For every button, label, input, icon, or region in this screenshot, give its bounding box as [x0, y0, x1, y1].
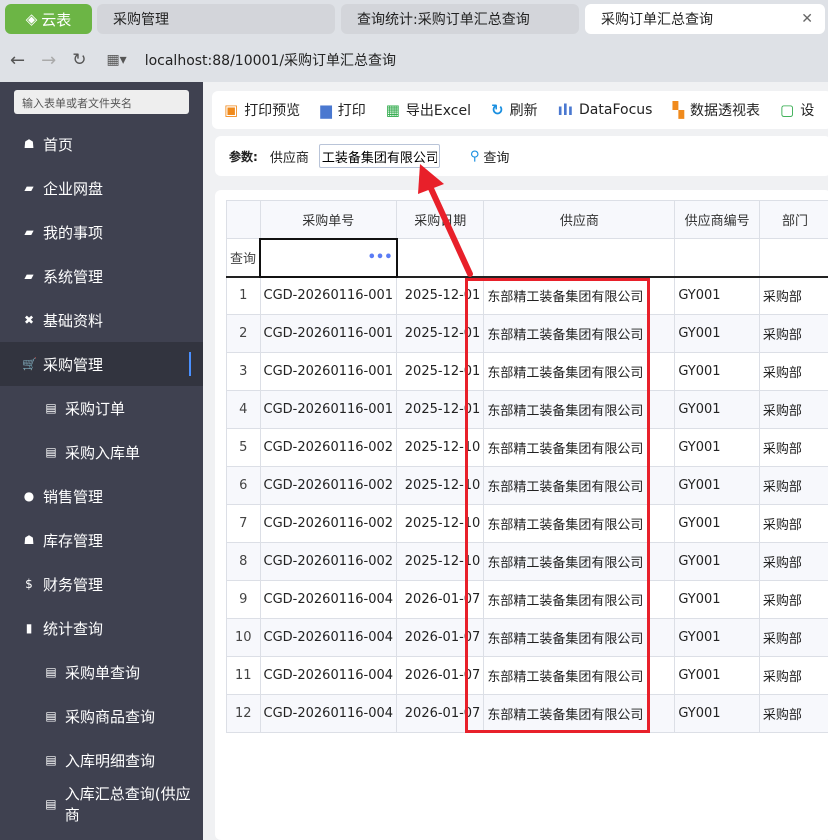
annotation-arrow [418, 164, 473, 277]
